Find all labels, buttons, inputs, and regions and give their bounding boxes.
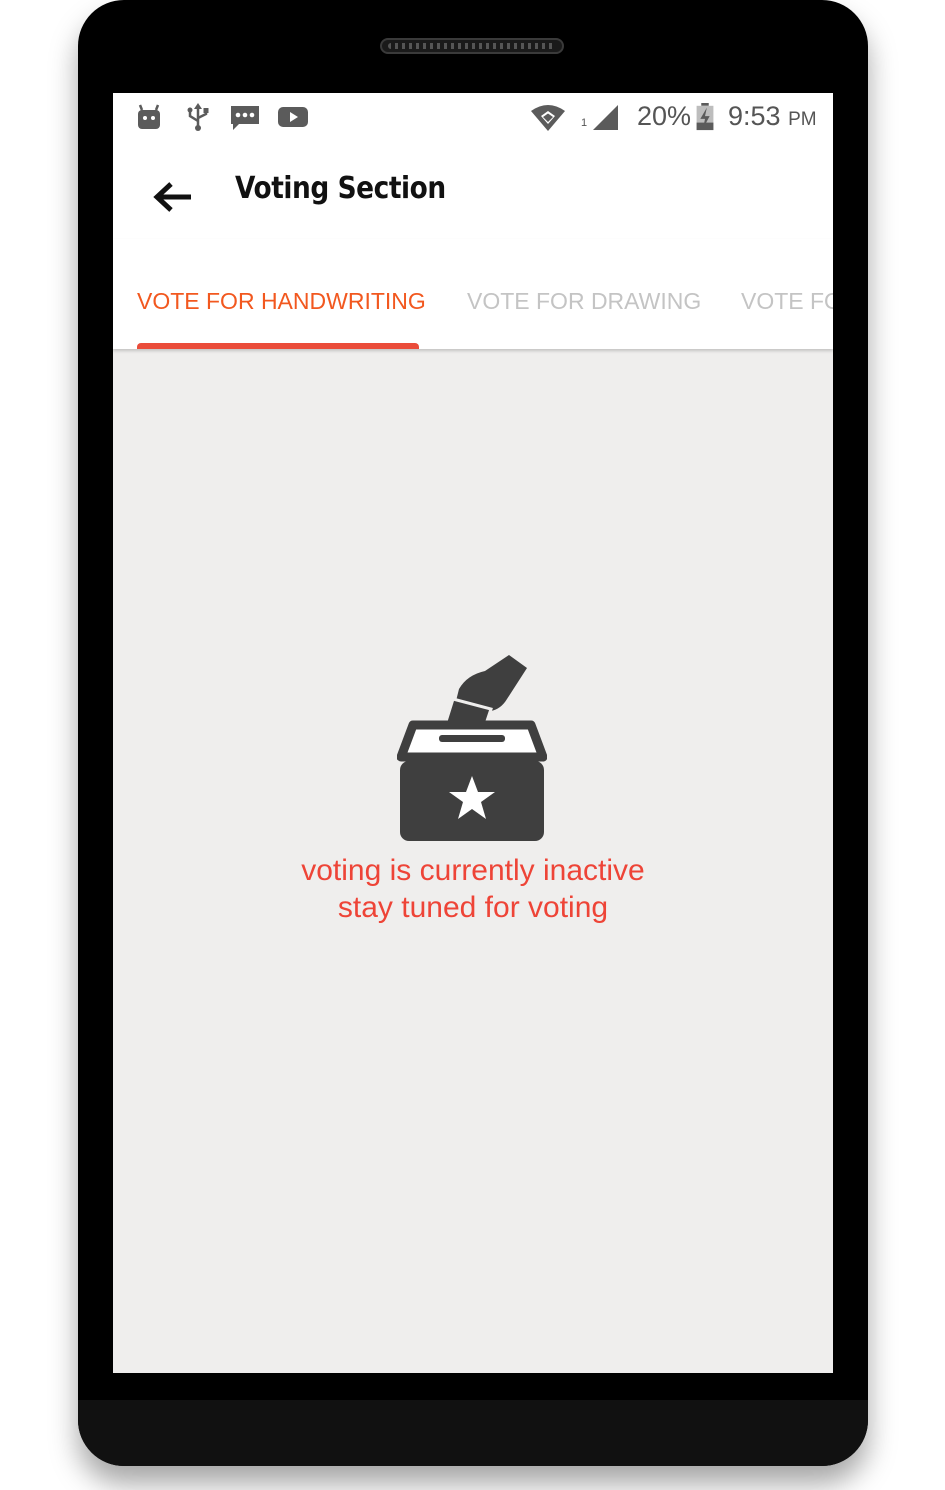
android-debug-icon — [138, 104, 160, 129]
back-arrow-icon[interactable] — [149, 173, 197, 221]
inactive-message: voting is currently inactive — [301, 854, 645, 887]
clock-ampm: PM — [788, 109, 817, 130]
battery-percent: 20% — [637, 101, 692, 131]
ballot-box-icon — [397, 655, 547, 841]
stay-tuned-message: stay tuned for voting — [337, 891, 609, 924]
page-title: Voting Section — [235, 171, 446, 206]
speaker-grill — [380, 38, 564, 54]
tab-vote-third[interactable]: VOTE FOR — [741, 288, 833, 315]
message-icon — [231, 106, 259, 130]
status-bar: 1 20% 9:53 PM — [113, 93, 833, 143]
app-screen: 1 20% 9:53 PM Voting Section VOTE FOR HA… — [113, 93, 833, 1373]
active-tab-indicator — [137, 343, 419, 349]
clock: 9:53 PM — [728, 101, 817, 132]
app-bar: Voting Section — [113, 143, 833, 239]
sim-slot-label: 1 — [581, 117, 588, 129]
youtube-icon — [278, 107, 308, 127]
usb-icon — [187, 103, 209, 131]
phone-chin — [78, 1400, 868, 1466]
clock-time: 9:53 — [728, 101, 781, 131]
wifi-icon — [531, 105, 565, 131]
battery-charging-icon — [696, 103, 714, 131]
tab-vote-handwriting[interactable]: VOTE FOR HANDWRITING — [137, 288, 426, 315]
tab-bar: VOTE FOR HANDWRITING VOTE FOR DRAWING VO… — [113, 239, 833, 349]
tab-vote-drawing[interactable]: VOTE FOR DRAWING — [467, 288, 701, 315]
signal-icon — [593, 105, 618, 130]
